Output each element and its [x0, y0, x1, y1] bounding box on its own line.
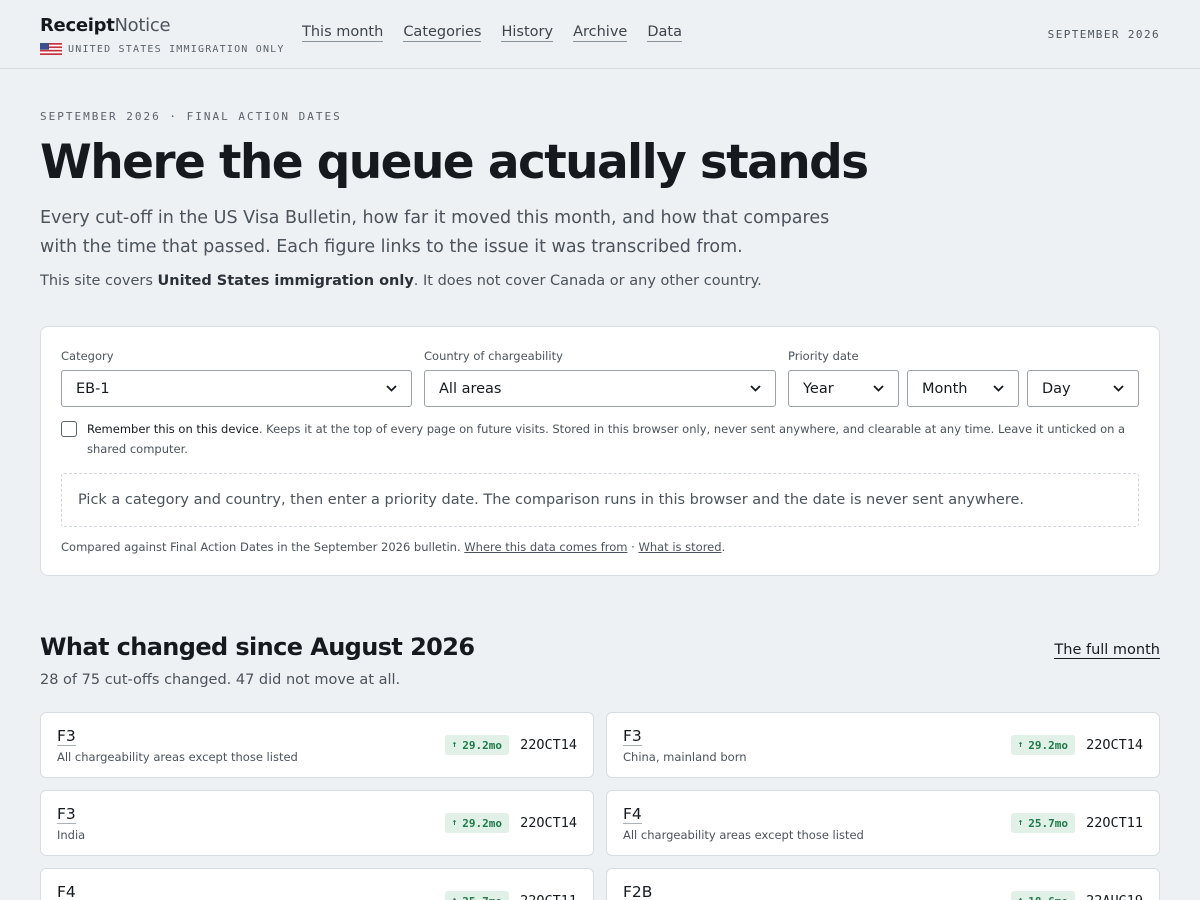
change-category[interactable]: F4: [57, 883, 76, 900]
hero-eyebrow: SEPTEMBER 2026 · FINAL ACTION DATES: [40, 110, 342, 123]
change-card[interactable]: F2B ↑ 18.6mo 22AUG19: [606, 868, 1160, 900]
remember-bold: Remember this on this device: [87, 422, 259, 436]
us-flag-icon: [40, 43, 62, 55]
month-value: Month: [922, 380, 968, 397]
full-month-link[interactable]: The full month: [1054, 642, 1160, 659]
change-area: All chargeability areas except those lis…: [623, 828, 864, 842]
category-label: Category: [61, 349, 114, 363]
page-title: Where the queue actually stands: [40, 135, 869, 190]
country-label: Country of chargeability: [424, 349, 563, 363]
country-value: All areas: [439, 380, 502, 397]
chevron-down-icon: [993, 385, 1004, 392]
changes-summary: 28 of 75 cut-offs changed. 47 did not mo…: [40, 672, 401, 688]
up-arrow-icon: ↑: [451, 818, 458, 828]
nav-data[interactable]: Data: [647, 24, 682, 42]
change-delta-value: 29.2mo: [462, 738, 502, 752]
change-delta-badge: ↑ 25.7mo: [1010, 813, 1075, 833]
change-delta-value: 18.6mo: [1028, 895, 1068, 900]
comparison-result: Pick a category and country, then enter …: [61, 473, 1139, 527]
coverage-note: This site covers United States immigrati…: [40, 273, 762, 289]
chevron-down-icon: [750, 385, 761, 392]
country-select[interactable]: All areas: [424, 370, 776, 407]
change-delta-value: 25.7mo: [1028, 816, 1068, 830]
change-card[interactable]: F3 China, mainland born ↑ 29.2mo 22OCT14: [606, 712, 1160, 778]
chevron-down-icon: [1113, 385, 1124, 392]
chevron-down-icon: [873, 385, 884, 392]
up-arrow-icon: ↑: [1017, 818, 1024, 828]
nav-categories[interactable]: Categories: [403, 24, 482, 42]
changes-title: What changed since August 2026: [40, 633, 475, 661]
change-delta-badge: ↑ 25.7mo: [444, 891, 509, 900]
remember-checkbox[interactable]: [61, 421, 77, 437]
up-arrow-icon: ↑: [1018, 896, 1023, 900]
day-select[interactable]: Day: [1027, 370, 1139, 407]
logo-bold: Receipt: [40, 15, 115, 36]
change-category[interactable]: F4: [623, 805, 642, 824]
what-is-stored-link[interactable]: What is stored: [638, 540, 721, 554]
up-arrow-icon: ↑: [1017, 740, 1024, 750]
site-logo[interactable]: ReceiptNotice: [40, 15, 171, 36]
footnote-text: Compared against Final Action Dates in t…: [61, 540, 465, 554]
hero-lede: Every cut-off in the US Visa Bulletin, h…: [40, 208, 830, 257]
logo-light: Notice: [114, 15, 171, 36]
change-delta-badge: ↑ 29.2mo: [444, 813, 509, 833]
change-area: India: [57, 828, 86, 842]
scope-notice: UNITED STATES IMMIGRATION ONLY: [40, 43, 285, 55]
up-arrow-icon: ↑: [452, 896, 457, 900]
change-card[interactable]: F3 All chargeability areas except those l…: [40, 712, 594, 778]
change-cutoff-date: 22OCT14: [520, 815, 577, 831]
change-category[interactable]: F3: [623, 727, 642, 746]
nav-archive[interactable]: Archive: [573, 24, 628, 42]
change-delta-badge: ↑ 18.6mo: [1010, 891, 1075, 900]
year-select[interactable]: Year: [788, 370, 899, 407]
change-cutoff-date: 22OCT11: [1086, 815, 1143, 831]
change-cutoff-date: 22AUG19: [1086, 893, 1143, 900]
year-value: Year: [803, 380, 834, 397]
change-card[interactable]: F4 All chargeability areas except those l…: [606, 790, 1160, 856]
priority-date-label: Priority date: [788, 349, 859, 363]
change-area: China, mainland born: [623, 750, 747, 764]
day-value: Day: [1042, 380, 1071, 397]
change-category[interactable]: F3: [57, 805, 76, 824]
footnote-separator: ·: [627, 540, 639, 554]
change-cutoff-date: 22OCT14: [1086, 737, 1143, 753]
priority-checker-card: Category EB-1 Country of chargeability A…: [40, 326, 1160, 576]
coverage-bold: United States immigration only: [157, 273, 414, 289]
change-delta-value: 25.7mo: [462, 895, 502, 900]
category-value: EB-1: [76, 380, 110, 397]
header-date: SEPTEMBER 2026: [1047, 28, 1160, 41]
scope-text: UNITED STATES IMMIGRATION ONLY: [68, 43, 285, 55]
footnote-end: .: [721, 540, 726, 554]
change-area: All chargeability areas except those lis…: [57, 750, 298, 764]
change-delta-badge: ↑ 29.2mo: [1010, 735, 1075, 755]
change-delta-value: 29.2mo: [1028, 738, 1068, 752]
nav-history[interactable]: History: [501, 24, 554, 42]
change-cutoff-date: 22OCT14: [520, 737, 577, 753]
change-category[interactable]: F3: [57, 727, 76, 746]
remember-text: Remember this on this device. Keeps it a…: [87, 419, 1141, 459]
change-category[interactable]: F2B: [623, 883, 652, 900]
change-delta-badge: ↑ 29.2mo: [444, 735, 509, 755]
change-card[interactable]: F3 India ↑ 29.2mo 22OCT14: [40, 790, 594, 856]
data-source-link[interactable]: Where this data comes from: [464, 540, 627, 554]
category-select[interactable]: EB-1: [61, 370, 412, 407]
coverage-pre: This site covers: [40, 273, 158, 289]
up-arrow-icon: ↑: [451, 740, 458, 750]
month-select[interactable]: Month: [907, 370, 1019, 407]
change-cutoff-date: 22OCT11: [520, 893, 577, 900]
remember-option: Remember this on this device. Keeps it a…: [61, 419, 1141, 459]
checker-footnote: Compared against Final Action Dates in t…: [61, 540, 725, 554]
coverage-post: . It does not cover Canada or any other …: [413, 273, 762, 289]
change-delta-value: 29.2mo: [462, 816, 502, 830]
nav-this-month[interactable]: This month: [302, 24, 384, 42]
chevron-down-icon: [386, 385, 397, 392]
main-nav: This month Categories History Archive Da…: [302, 24, 682, 42]
site-header: ReceiptNotice UNITED STATES IMMIGRATION …: [0, 0, 1200, 69]
change-card[interactable]: F4 ↑ 25.7mo 22OCT11: [40, 868, 594, 900]
